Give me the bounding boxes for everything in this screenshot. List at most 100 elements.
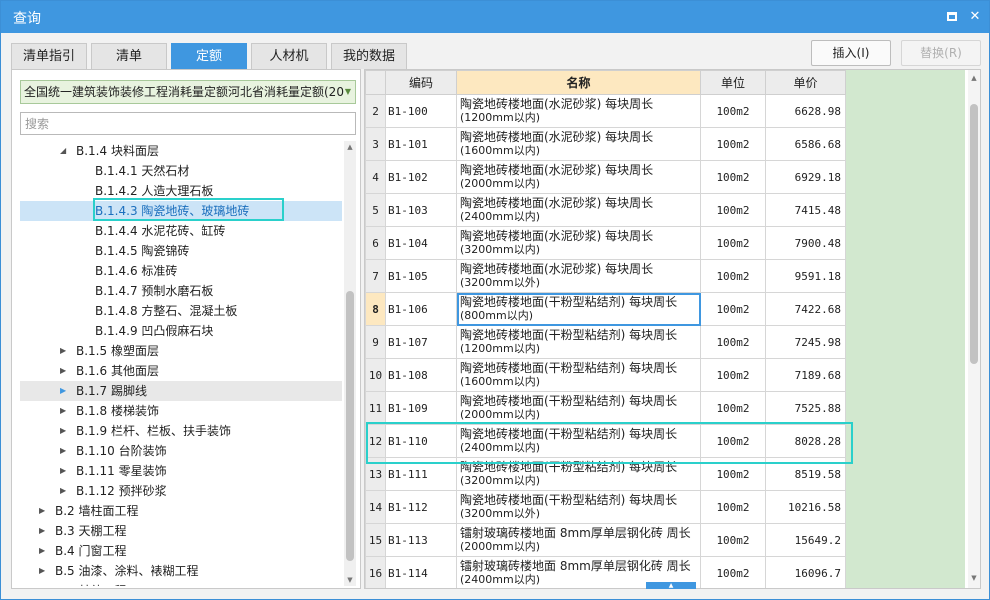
cell-unit[interactable]: 100m2 xyxy=(700,358,766,392)
cell-code[interactable]: B1-114 xyxy=(385,556,457,588)
row-number[interactable]: 8 xyxy=(365,292,386,326)
cell-code[interactable]: B1-102 xyxy=(385,160,457,194)
cell-unit[interactable]: 100m2 xyxy=(700,226,766,260)
row-number[interactable]: 10 xyxy=(365,358,386,392)
cell-price[interactable]: 7900.48 xyxy=(765,226,846,260)
tree-item[interactable]: ▶ B.4 门窗工程 xyxy=(20,541,342,561)
table-row[interactable]: 10 B1-108 陶瓷地砖楼地面(干粉型粘结剂) 每块周长 (1600mm以内) 10… xyxy=(365,358,846,392)
row-number[interactable]: 11 xyxy=(365,391,386,425)
row-number[interactable]: 7 xyxy=(365,259,386,293)
expand-icon[interactable]: ▶ xyxy=(60,461,66,481)
tree-item[interactable]: B.1.4.4 水泥花砖、缸砖 xyxy=(20,221,342,241)
cell-code[interactable]: B1-100 xyxy=(385,94,457,128)
search-input[interactable] xyxy=(20,112,356,135)
cell-code[interactable]: B1-108 xyxy=(385,358,457,392)
row-number[interactable]: 15 xyxy=(365,523,386,557)
cell-name[interactable]: 镭射玻璃砖楼地面 8mm厚单层钢化砖 周长 (2000mm以内) xyxy=(456,523,701,557)
tree-item[interactable]: ▶ B.3 天棚工程 xyxy=(20,521,342,541)
tree-item[interactable]: B.1.4.9 凹凸假麻石块 xyxy=(20,321,342,341)
cell-code[interactable]: B1-101 xyxy=(385,127,457,161)
row-number[interactable]: 3 xyxy=(365,127,386,161)
cell-unit[interactable]: 100m2 xyxy=(700,490,766,524)
cell-code[interactable]: B1-104 xyxy=(385,226,457,260)
cell-name[interactable]: 陶瓷地砖楼地面(干粉型粘结剂) 每块周长 (1200mm以内) xyxy=(456,325,701,359)
cell-code[interactable]: B1-109 xyxy=(385,391,457,425)
row-number[interactable]: 9 xyxy=(365,325,386,359)
table-row[interactable]: 9 B1-107 陶瓷地砖楼地面(干粉型粘结剂) 每块周长 (1200mm以内) 100… xyxy=(365,325,846,359)
tree-item[interactable]: B.1.4.7 预制水磨石板 xyxy=(20,281,342,301)
tree-scrollbar[interactable]: ▲ ▼ xyxy=(344,141,356,586)
expand-icon[interactable]: ▶ xyxy=(60,421,66,441)
tree-item[interactable]: ▶ B.5 油漆、涂料、裱糊工程 xyxy=(20,561,342,581)
cell-name[interactable]: 陶瓷地砖楼地面(水泥砂浆) 每块周长 (2400mm以内) xyxy=(456,193,701,227)
tab-materials[interactable]: 人材机 xyxy=(251,43,327,69)
restore-icon[interactable] xyxy=(941,6,963,28)
table-row[interactable]: 8 B1-106 陶瓷地砖楼地面(干粉型粘结剂) 每块周长 (800mm以内) 100m… xyxy=(365,292,846,326)
cell-price[interactable]: 10216.58 xyxy=(765,490,846,524)
grid-scroll-thumb[interactable] xyxy=(970,104,978,364)
tab-list[interactable]: 清单 xyxy=(91,43,167,69)
tree-item[interactable]: ▶ B.1.11 零星装饰 xyxy=(20,461,342,481)
row-number[interactable]: 14 xyxy=(365,490,386,524)
expand-icon[interactable]: ▶ xyxy=(39,541,45,561)
column-header-unit[interactable]: 单位 xyxy=(700,70,766,95)
cell-name[interactable]: 陶瓷地砖楼地面(干粉型粘结剂) 每块周长 (2000mm以内) xyxy=(456,391,701,425)
expand-icon[interactable]: ▶ xyxy=(60,401,66,421)
cell-unit[interactable]: 100m2 xyxy=(700,292,766,326)
tab-my-data[interactable]: 我的数据 xyxy=(331,43,407,69)
tab-list-guide[interactable]: 清单指引 xyxy=(11,43,87,69)
collapse-icon[interactable]: ◢ xyxy=(60,141,66,161)
cell-price[interactable]: 16096.7 xyxy=(765,556,846,588)
expand-icon[interactable]: ▶ xyxy=(39,561,45,581)
row-number[interactable]: 16 xyxy=(365,556,386,588)
row-number[interactable]: 5 xyxy=(365,193,386,227)
cell-unit[interactable]: 100m2 xyxy=(700,160,766,194)
table-row[interactable]: 3 B1-101 陶瓷地砖楼地面(水泥砂浆) 每块周长 (1600mm以内) 100m2… xyxy=(365,127,846,161)
cell-code[interactable]: B1-105 xyxy=(385,259,457,293)
tree-item[interactable]: ▶ B.6 其他工程 xyxy=(20,581,342,586)
cell-price[interactable]: 6586.68 xyxy=(765,127,846,161)
tree-item[interactable]: ▶ B.1.6 其他面层 xyxy=(20,361,342,381)
table-row[interactable]: 11 B1-109 陶瓷地砖楼地面(干粉型粘结剂) 每块周长 (2000mm以内) 10… xyxy=(365,391,846,425)
expand-icon[interactable]: ▶ xyxy=(60,361,66,381)
table-row[interactable]: 6 B1-104 陶瓷地砖楼地面(水泥砂浆) 每块周长 (3200mm以内) 100m2… xyxy=(365,226,846,260)
title-bar[interactable]: 查询 ✕ xyxy=(1,1,989,33)
tree-item[interactable]: B.1.4.5 陶瓷锦砖 xyxy=(20,241,342,261)
scroll-down-icon[interactable]: ▼ xyxy=(344,574,356,586)
cell-name[interactable]: 陶瓷地砖楼地面(干粉型粘结剂) 每块周长 (3200mm以外) xyxy=(456,490,701,524)
cell-price[interactable]: 7525.88 xyxy=(765,391,846,425)
cell-unit[interactable]: 100m2 xyxy=(700,94,766,128)
expand-icon[interactable]: ▶ xyxy=(39,501,45,521)
tree-item[interactable]: ▶ B.1.12 预拌砂浆 xyxy=(20,481,342,501)
scroll-up-icon[interactable]: ▲ xyxy=(968,72,980,84)
tree-item[interactable]: ▶ B.1.5 橡塑面层 xyxy=(20,341,342,361)
cell-unit[interactable]: 100m2 xyxy=(700,193,766,227)
tree-item[interactable]: ▶ B.1.7 踢脚线 xyxy=(20,381,342,401)
tree-item[interactable]: B.1.4.8 方整石、混凝土板 xyxy=(20,301,342,321)
column-header-price[interactable]: 单价 xyxy=(765,70,846,95)
cell-price[interactable]: 6628.98 xyxy=(765,94,846,128)
table-row[interactable]: 5 B1-103 陶瓷地砖楼地面(水泥砂浆) 每块周长 (2400mm以内) 100m2… xyxy=(365,193,846,227)
scroll-up-icon[interactable]: ▲ xyxy=(344,141,356,153)
tree-item[interactable]: ▶ B.1.10 台阶装饰 xyxy=(20,441,342,461)
cell-price[interactable]: 7189.68 xyxy=(765,358,846,392)
expand-icon[interactable]: ▶ xyxy=(60,441,66,461)
cell-unit[interactable]: 100m2 xyxy=(700,556,766,588)
tree-item[interactable]: ▶ B.2 墙柱面工程 xyxy=(20,501,342,521)
cell-code[interactable]: B1-103 xyxy=(385,193,457,227)
table-row[interactable]: 16 B1-114 镭射玻璃砖楼地面 8mm厚单层钢化砖 周长 (2400mm以内) 1… xyxy=(365,556,846,588)
tree-item[interactable]: ◢ B.1.4 块料面层 xyxy=(20,141,342,161)
tree-item[interactable]: B.1.4.6 标准砖 xyxy=(20,261,342,281)
cell-price[interactable]: 7245.98 xyxy=(765,325,846,359)
cell-price[interactable]: 9591.18 xyxy=(765,259,846,293)
replace-button[interactable]: 替换(R) xyxy=(901,40,981,66)
cell-name[interactable]: 陶瓷地砖楼地面(水泥砂浆) 每块周长 (2000mm以内) xyxy=(456,160,701,194)
tree-item[interactable]: ▶ B.1.9 栏杆、栏板、扶手装饰 xyxy=(20,421,342,441)
cell-unit[interactable]: 100m2 xyxy=(700,523,766,557)
cell-name[interactable]: 陶瓷地砖楼地面(干粉型粘结剂) 每块周长 (800mm以内) xyxy=(456,292,701,326)
tab-quota[interactable]: 定额 xyxy=(171,43,247,69)
collapse-handle-icon[interactable]: ▲ xyxy=(646,582,696,589)
cell-name[interactable]: 陶瓷地砖楼地面(水泥砂浆) 每块周长 (3200mm以外) xyxy=(456,259,701,293)
cell-code[interactable]: B1-113 xyxy=(385,523,457,557)
close-icon[interactable]: ✕ xyxy=(964,6,986,28)
